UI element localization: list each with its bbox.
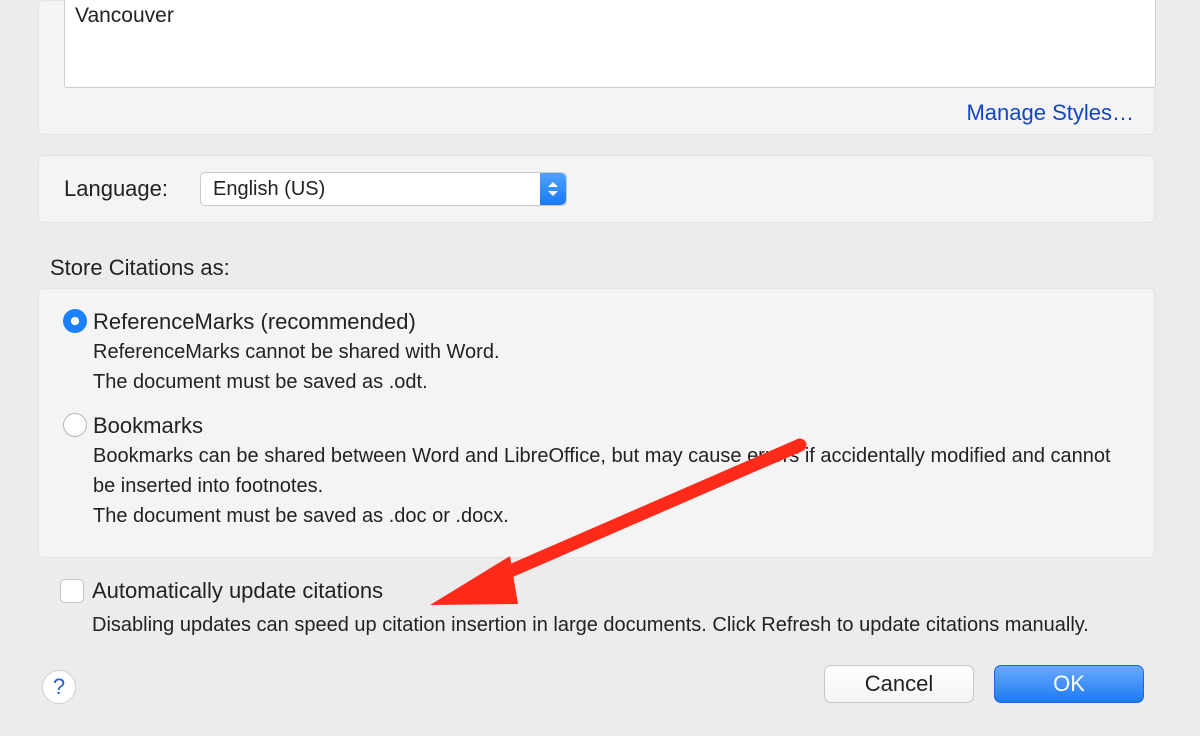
auto-update-row[interactable]: Automatically update citations [60, 578, 1150, 604]
cancel-button[interactable]: Cancel [824, 665, 974, 703]
language-panel: Language: English (US) [38, 155, 1155, 223]
language-value: English (US) [213, 178, 325, 201]
radio-desc: Bookmarks can be shared between Word and… [93, 441, 1130, 501]
store-citations-panel: ReferenceMarks (recommended) ReferenceMa… [38, 288, 1155, 558]
radio-desc: The document must be saved as .doc or .d… [93, 501, 1130, 531]
radio-label-referencemarks: ReferenceMarks (recommended) [93, 309, 416, 335]
radio-label-bookmarks: Bookmarks [93, 413, 203, 439]
radio-referencemarks[interactable] [63, 309, 87, 333]
radio-desc: ReferenceMarks cannot be shared with Wor… [93, 337, 1130, 367]
auto-update-checkbox[interactable] [60, 579, 84, 603]
radio-row-bookmarks[interactable]: Bookmarks [63, 413, 1130, 439]
auto-update-section: Automatically update citations Disabling… [60, 578, 1150, 637]
chevron-updown-icon [540, 173, 566, 205]
auto-update-desc: Disabling updates can speed up citation … [92, 614, 1150, 637]
language-label: Language: [64, 176, 168, 202]
manage-styles-link[interactable]: Manage Styles… [966, 100, 1134, 126]
ok-button[interactable]: OK [994, 665, 1144, 703]
radio-bookmarks[interactable] [63, 413, 87, 437]
radio-desc: The document must be saved as .odt. [93, 367, 1130, 397]
style-item[interactable]: Vancouver [75, 0, 1145, 33]
language-select[interactable]: English (US) [200, 172, 567, 206]
help-button[interactable]: ? [42, 670, 76, 704]
auto-update-label: Automatically update citations [92, 578, 383, 604]
citation-styles-listbox[interactable]: Nature Vancouver [64, 0, 1156, 88]
radio-row-referencemarks[interactable]: ReferenceMarks (recommended) [63, 309, 1130, 335]
store-citations-section-label: Store Citations as: [50, 255, 230, 281]
